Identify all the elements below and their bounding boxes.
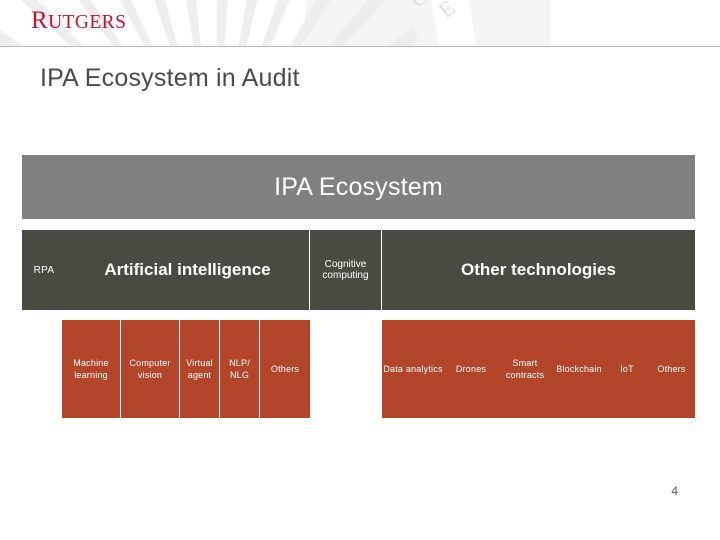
leaf-data-analytics-label: Data analytics — [383, 363, 443, 374]
category-cognitive-computing[interactable]: Cognitive computing — [310, 230, 381, 310]
ipa-ecosystem-diagram: IPA Ecosystem RPA Artificial intelligenc… — [0, 0, 720, 540]
leaf-drones[interactable]: Drones — [444, 363, 498, 375]
leaf-smart-contracts-label: Smart contracts — [505, 357, 545, 380]
leaf-virtual-agent-label: Virtual agent — [186, 357, 213, 380]
leaf-row: Machine learning Computer vision Virtual… — [0, 320, 720, 418]
category-other-technologies-label: Other technologies — [461, 260, 616, 279]
category-artificial-intelligence-label: Artificial intelligence — [104, 260, 271, 279]
category-artificial-intelligence[interactable]: Artificial intelligence — [66, 230, 309, 310]
ecosystem-title-band: IPA Ecosystem — [22, 155, 695, 219]
leaf-smart-contracts[interactable]: Smart contracts — [498, 357, 552, 381]
leaf-other-technologies-others[interactable]: Others — [648, 363, 695, 375]
ecosystem-title-label: IPA Ecosystem — [274, 172, 443, 201]
leaf-machine-learning-label: Machine learning — [73, 357, 109, 380]
leaf-computer-vision-label: Computer vision — [129, 357, 171, 380]
leaf-machine-learning[interactable]: Machine learning — [62, 320, 120, 418]
leaf-blockchain[interactable]: Blockchain — [552, 363, 606, 375]
leaf-drones-label: Drones — [455, 363, 487, 374]
leaf-virtual-agent[interactable]: Virtual agent — [180, 320, 219, 418]
page-number: 4 — [671, 484, 678, 498]
leaf-nlp-nlg-label: NLP/ NLG — [229, 357, 250, 380]
category-other-technologies[interactable]: Other technologies — [382, 230, 695, 310]
leaf-iot-label: IoT — [620, 363, 634, 374]
leaf-iot[interactable]: IoT — [606, 363, 648, 375]
ai-leaf-group: Machine learning Computer vision Virtual… — [62, 320, 310, 418]
other-technologies-leaf-group: Data analytics Drones Smart contracts Bl… — [382, 320, 695, 418]
leaf-computer-vision[interactable]: Computer vision — [121, 320, 179, 418]
leaf-ai-others[interactable]: Others — [260, 320, 310, 418]
category-band: RPA Artificial intelligence Cognitive co… — [22, 230, 695, 310]
leaf-nlp-nlg[interactable]: NLP/ NLG — [220, 320, 259, 418]
category-rpa[interactable]: RPA — [22, 230, 66, 310]
leaf-ai-others-label: Others — [270, 363, 300, 374]
leaf-other-technologies-others-label: Others — [657, 363, 686, 374]
leaf-data-analytics[interactable]: Data analytics — [382, 363, 444, 375]
category-cognitive-computing-label: Cognitive computing — [322, 258, 369, 282]
leaf-blockchain-label: Blockchain — [556, 363, 602, 374]
category-rpa-label: RPA — [33, 264, 55, 276]
